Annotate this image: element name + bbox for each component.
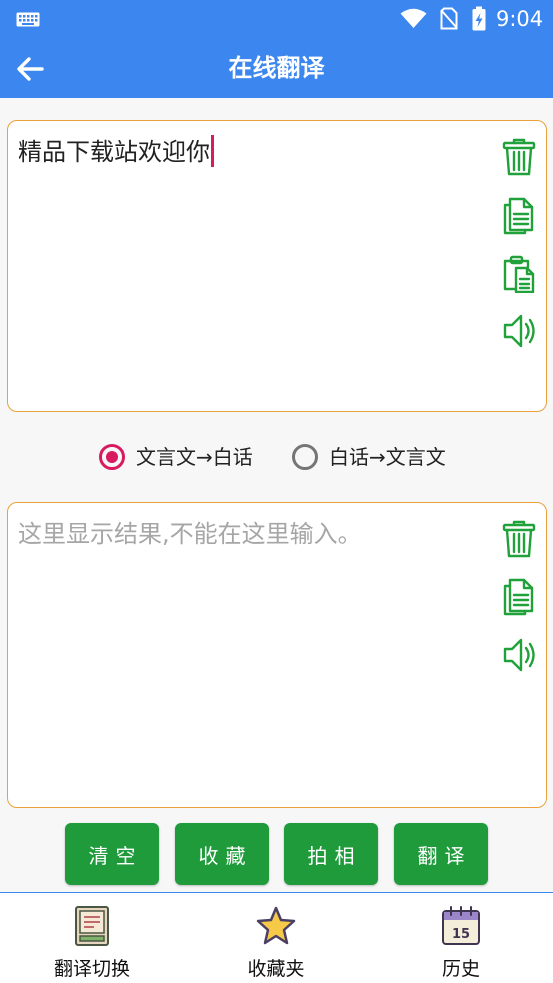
- copy-input-button[interactable]: [502, 197, 536, 235]
- result-text-box[interactable]: [7, 502, 547, 808]
- mode-option-classical-to-vernacular[interactable]: 文言文→白话: [99, 440, 253, 474]
- source-text: 精品下载站欢迎你: [18, 138, 210, 166]
- copy-output-button[interactable]: [502, 578, 536, 616]
- copy-icon: [503, 578, 534, 616]
- favorite-button[interactable]: 收藏: [175, 823, 269, 885]
- nav-item-history[interactable]: 15 历史: [369, 893, 553, 983]
- nav-item-favorites[interactable]: 收藏夹: [184, 893, 368, 983]
- trash-icon: [502, 138, 536, 176]
- mode-label: 文言文→白话: [136, 445, 253, 469]
- paste-input-button[interactable]: [502, 255, 536, 293]
- translate-button[interactable]: 翻译: [394, 823, 488, 885]
- book-icon: [72, 905, 112, 947]
- trash-icon: [502, 520, 536, 558]
- text-cursor: [211, 135, 214, 167]
- speak-output-button[interactable]: [502, 636, 536, 674]
- status-time: 9:04: [496, 7, 544, 31]
- calendar-date: 15: [452, 927, 470, 942]
- nav-label: 历史: [441, 958, 480, 980]
- keyboard-icon: [16, 12, 40, 27]
- result-text-area[interactable]: [18, 517, 488, 787]
- photo-button[interactable]: 拍相: [284, 823, 378, 885]
- calendar-icon: 15: [441, 905, 481, 947]
- mode-option-vernacular-to-classical[interactable]: 白话→文言文: [292, 440, 446, 474]
- paste-icon: [503, 255, 535, 293]
- clear-output-button[interactable]: [502, 520, 536, 558]
- nav-label: 收藏夹: [247, 958, 305, 980]
- source-text-input[interactable]: 精品下载站欢迎你: [18, 135, 488, 169]
- source-text-box[interactable]: 精品下载站欢迎你: [7, 120, 547, 412]
- battery-charging-icon: [472, 6, 486, 31]
- status-bar: 9:04: [0, 0, 553, 38]
- copy-icon: [503, 197, 534, 235]
- wifi-icon: [400, 8, 427, 28]
- bottom-nav: 翻译切换 收藏夹 15 历史: [0, 892, 553, 983]
- star-icon: [256, 905, 296, 947]
- nav-label: 翻译切换: [53, 958, 130, 980]
- no-sim-icon: [440, 7, 458, 30]
- clear-input-button[interactable]: [502, 138, 536, 176]
- nav-item-translate-switch[interactable]: 翻译切换: [0, 893, 184, 983]
- speaker-icon: [503, 638, 535, 672]
- radio-button[interactable]: [292, 444, 318, 470]
- page-title: 在线翻译: [228, 54, 325, 82]
- clear-button[interactable]: 清空: [65, 823, 159, 885]
- app-bar: 在线翻译: [0, 38, 553, 98]
- mode-label: 白话→文言文: [329, 445, 446, 469]
- speaker-icon: [503, 314, 535, 348]
- speak-input-button[interactable]: [502, 312, 536, 350]
- radio-button[interactable]: [99, 444, 125, 470]
